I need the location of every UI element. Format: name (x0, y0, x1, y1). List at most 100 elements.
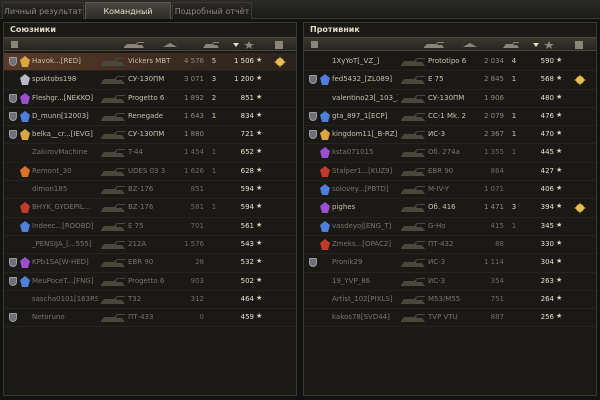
player-row[interactable]: ZakirovMachine T-44 1 454 1 652 ★ (4, 144, 296, 163)
player-row[interactable]: dimon185 BZ-176 851 594 ★ (4, 181, 296, 200)
sort-arrow-icon[interactable] (232, 41, 240, 49)
player-name: 1XyYoT[_VZ_] (332, 57, 380, 65)
player-row[interactable]: Havok...[RED] Vickers MBT 4 576 5 1 506 ★ (4, 53, 296, 72)
player-row[interactable]: Stalper1...[KUZ9] EBR 90 864 427 ★ (304, 163, 596, 182)
xp-column-icon[interactable] (244, 41, 254, 49)
damage-column-icon[interactable] (462, 41, 478, 49)
allies-title: Союзники (10, 25, 56, 34)
xp-column-icon[interactable] (544, 41, 554, 49)
damage-value: 851 (190, 185, 204, 194)
player-row[interactable]: valentino23[_103_] СУ-130ПМ 1 906 480 ★ (304, 90, 596, 108)
player-row[interactable]: 1XyYoT[_VZ_] Prototipo 6 2 034 4 590 ★ (304, 53, 596, 72)
player-name: 19_YVP_86 (332, 276, 371, 285)
achievement-medal-icon[interactable] (574, 74, 586, 87)
player-row[interactable]: ksta071015 Об. 274а 1 355 1 445 ★ (304, 144, 596, 163)
star-icon: ★ (256, 275, 263, 284)
player-row[interactable]: solovey...[PBTD] M-IV-Y 1 071 406 ★ (304, 181, 596, 200)
star-icon: ★ (256, 220, 263, 229)
xp-value: 628 (240, 166, 254, 175)
player-name: MeuPoceT...[FNG] (32, 276, 94, 285)
player-row[interactable]: Pronik29 ИС-3 1 114 304 ★ (304, 254, 596, 273)
enemies-title: Противник (310, 25, 360, 34)
player-name: Zmeks...[OPAC2] (332, 239, 392, 248)
player-name: belka__cr...[IEVG] (32, 130, 93, 139)
kills-value: 1 (211, 148, 217, 157)
rank-emblem-icon (20, 56, 30, 67)
kills-column-icon[interactable] (502, 41, 520, 49)
vehicle-name: Vickers MBT (128, 57, 171, 65)
achievement-column-icon[interactable] (274, 41, 284, 49)
achievement-column-icon[interactable] (574, 41, 584, 49)
xp-value: 470 (540, 130, 554, 139)
player-row[interactable]: Artist_102[PIXLS] M53/M55 751 264 ★ (304, 291, 596, 310)
enemies-list: 1XyYoT[_VZ_] Prototipo 62 034 4 590 ★ fed5432… (304, 53, 596, 328)
player-row[interactable]: Fleshgr...[NEKKO] Progetto 6 1 892 2 851 ★ (4, 90, 296, 108)
player-name: solovey...[PBTD] (332, 185, 389, 194)
player-row[interactable]: D_munn[12003] Renegade 1 643 1 834 ★ (4, 108, 296, 127)
star-icon: ★ (256, 312, 263, 321)
damage-value: 1 626 (183, 166, 204, 175)
player-name: Pronik29 (332, 258, 363, 267)
player-row[interactable]: spsktobs198 СУ-130ПМ 3 071 3 1 200 ★ (4, 71, 296, 90)
tank-silhouette-icon (401, 277, 425, 286)
damage-column-icon[interactable] (162, 41, 178, 49)
vehicle-name: EBR 90 (128, 258, 154, 267)
kills-value: 1 (511, 148, 517, 157)
tab-detailed-report[interactable]: Подробный отчёт (172, 2, 252, 19)
kills-column-icon[interactable] (202, 41, 220, 49)
player-row[interactable]: Netoruno ПТ-433 0 459 ★ (4, 309, 296, 328)
player-row[interactable]: gta_897_1[ECP] CC-1 Mk. 2 2 079 1 476 ★ (304, 108, 596, 127)
xp-value: 543 (240, 239, 254, 248)
player-row[interactable]: _PENSIJA_[...555] 212A 1 576 543 ★ (4, 236, 296, 255)
player-row[interactable]: 19_YVP_86 ИС-3 354 263 ★ (304, 273, 596, 291)
tank-column-icon[interactable] (422, 41, 446, 49)
sort-arrow-icon[interactable] (532, 41, 540, 49)
vehicle-name: Progetto 6 (128, 93, 165, 102)
achievement-medal-icon[interactable] (274, 56, 286, 68)
tab-personal-result[interactable]: Личный результат (2, 2, 84, 19)
player-row[interactable]: Remont_30 UDES 03 3 1 626 1 628 ★ (4, 163, 296, 182)
rank-emblem-icon (320, 147, 330, 159)
tank-silhouette-icon (401, 314, 425, 323)
player-name: spsktobs198 (32, 75, 77, 84)
player-row[interactable]: KPb1SA[W-HED] EBR 90 28 532 ★ (4, 254, 296, 273)
achievement-medal-icon[interactable] (574, 202, 586, 215)
vehicle-name: Prototipo 6 (428, 57, 467, 65)
player-row[interactable]: fed5432_[ZL089] E 75 2 845 1 568 ★ (304, 71, 596, 90)
damage-value: 1 643 (183, 111, 204, 120)
tank-silhouette-icon (401, 131, 425, 140)
vehicle-name: E 75 (428, 75, 444, 84)
platoon-badge-icon (309, 75, 317, 85)
rank-emblem-icon (20, 220, 30, 232)
player-row[interactable]: pighes Об. 416 1 471 3 394 ★ (304, 199, 596, 218)
player-row[interactable]: kingdom11[_B-RZ] ИС-3 2 367 1 470 ★ (304, 126, 596, 145)
player-name: gta_897_1[ECP] (332, 111, 388, 120)
platoon-badge-icon (9, 130, 17, 140)
damage-value: 1 114 (483, 258, 504, 267)
tank-silhouette-icon (101, 58, 125, 66)
damage-value: 1 906 (483, 93, 504, 102)
player-name: sascha0101[163RS] (32, 294, 98, 303)
player-row[interactable]: Indeec...[ROOBD] E 75 701 561 ★ (4, 218, 296, 236)
player-name: Remont_30 (32, 166, 72, 175)
badge-column-icon[interactable] (10, 41, 19, 49)
star-icon: ★ (256, 184, 263, 193)
rank-emblem-icon (20, 165, 30, 177)
tank-silhouette-icon (101, 131, 125, 140)
tab-team-result[interactable]: Командный результат (85, 2, 171, 33)
player-row[interactable]: MeuPoceT...[FNG] Progetto 6 903 502 ★ (4, 273, 296, 291)
xp-value: 256 (540, 313, 554, 322)
tank-column-icon[interactable] (122, 41, 146, 49)
allies-panel: Союзники Havok...[RED] Vickers MBT 4 576 5 1… (3, 22, 297, 396)
player-row[interactable]: kakos78[SVD44] TVP VTU 887 256 ★ (304, 309, 596, 328)
kills-value: 1 (511, 130, 517, 139)
player-row[interactable]: vasdeyoj[ENG_T] G-Ho 415 1 345 ★ (304, 218, 596, 236)
player-row[interactable]: BHYK_GYDEPIL... BZ-176 581 1 594 ★ (4, 199, 296, 218)
player-row[interactable]: belka__cr...[IEVG] СУ-130ПМ 1 880 721 ★ (4, 126, 296, 145)
vehicle-name: 212A (128, 239, 147, 248)
player-row[interactable]: Zmeks...[OPAC2] ПТ-432 88 330 ★ (304, 236, 596, 255)
vehicle-name: T32 (128, 294, 142, 303)
badge-column-icon[interactable] (310, 41, 319, 49)
kills-value: 2 (211, 93, 217, 102)
player-row[interactable]: sascha0101[163RS] T32 312 464 ★ (4, 291, 296, 310)
